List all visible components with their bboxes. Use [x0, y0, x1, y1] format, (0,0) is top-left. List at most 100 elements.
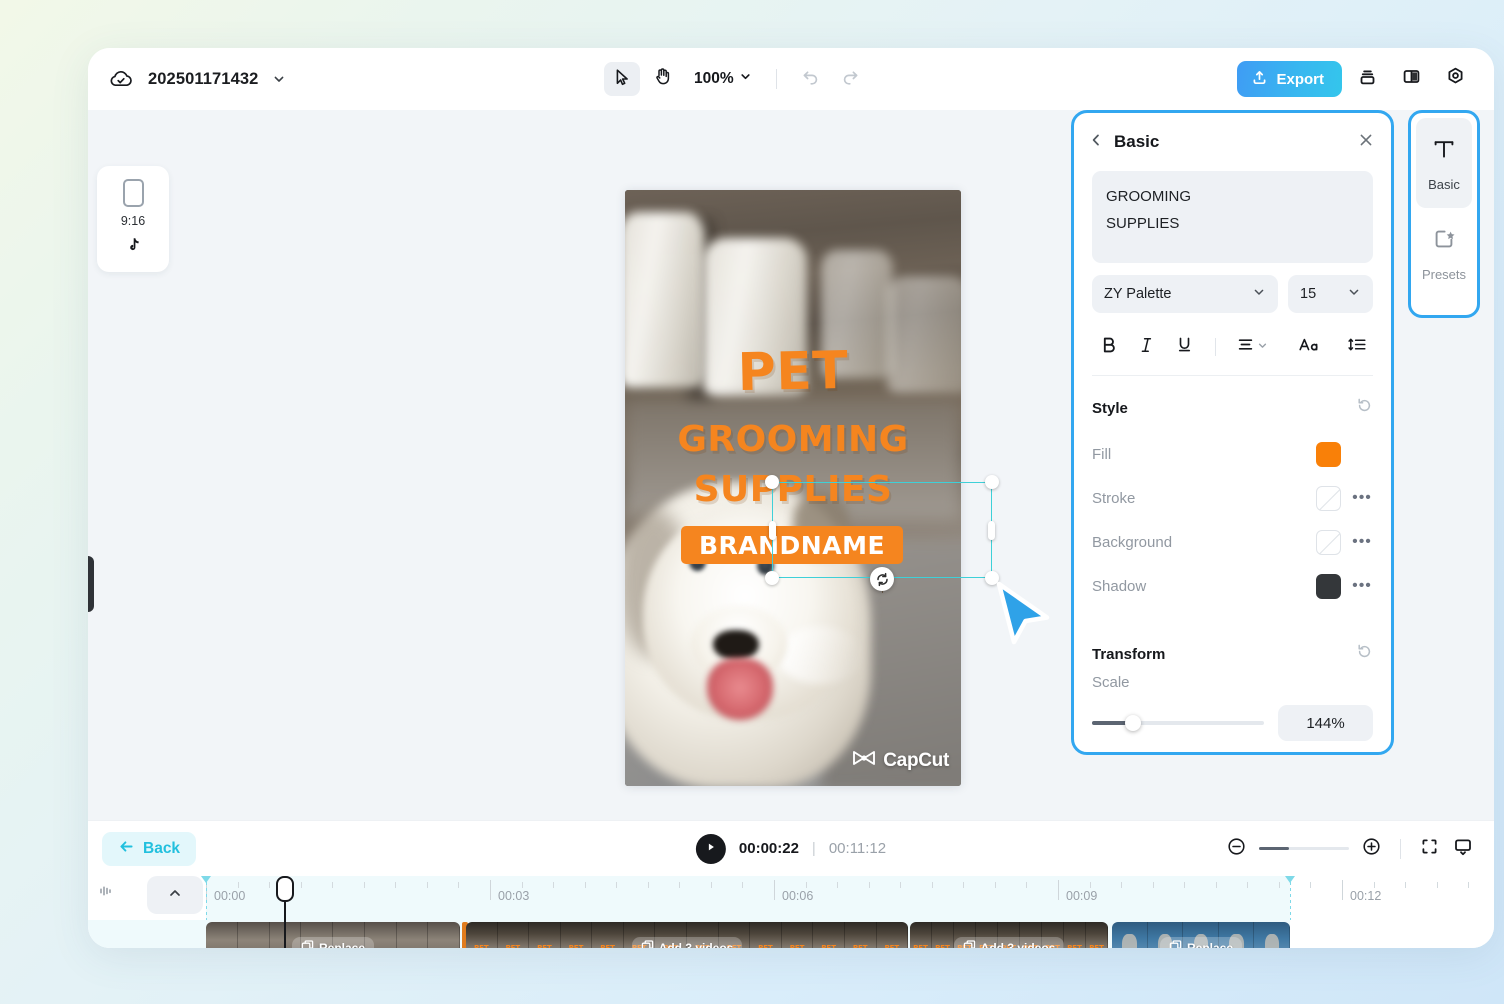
panel-header: Basic	[1074, 113, 1391, 171]
ellipsis-icon[interactable]: •••	[1351, 537, 1373, 547]
clip-action-badge[interactable]: Replace	[292, 937, 374, 948]
redo-button[interactable]	[833, 62, 869, 96]
text-case-button[interactable]	[1293, 331, 1325, 363]
style-row-fill: Fill •••	[1092, 432, 1373, 476]
text-content-input[interactable]: GROOMING SUPPLIES	[1092, 171, 1373, 263]
line-height-button[interactable]	[1341, 331, 1373, 363]
italic-button[interactable]	[1130, 331, 1162, 363]
timeline-clip[interactable]: Replace	[206, 922, 460, 948]
underline-icon	[1175, 335, 1194, 359]
plus-circle-icon[interactable]	[1361, 836, 1382, 862]
layers-button[interactable]	[1348, 60, 1386, 98]
track-collapse-button[interactable]	[147, 876, 203, 914]
settings-button[interactable]	[1436, 60, 1474, 98]
fill-color-swatch[interactable]	[1316, 442, 1341, 467]
align-dropdown-button[interactable]	[1231, 331, 1273, 363]
timeline-tick-minor	[269, 882, 270, 888]
chevron-down-icon[interactable]	[272, 72, 286, 86]
monitor-icon[interactable]	[1452, 836, 1474, 862]
back-button[interactable]: Back	[102, 832, 196, 866]
timeline[interactable]: 00:0000:0300:0600:0900:12 Replace Add 3 v…	[88, 876, 1494, 948]
export-button[interactable]: Export	[1237, 61, 1342, 97]
scale-value-input[interactable]: 144%	[1278, 705, 1373, 741]
clip-action-label: Replace	[1187, 941, 1233, 948]
reset-icon[interactable]	[1356, 397, 1373, 419]
timeline-tick-minor	[1468, 882, 1469, 888]
timeline-tick-minor	[1153, 882, 1154, 888]
font-family-dropdown[interactable]: ZY Palette	[1092, 275, 1278, 313]
clip-action-badge[interactable]: Replace	[1160, 937, 1242, 948]
clip-thumbnail	[561, 922, 593, 948]
undo-button[interactable]	[793, 62, 829, 96]
resize-handle-top-right[interactable]	[985, 475, 999, 489]
clip-thumbnail	[782, 922, 814, 948]
split-panel-button[interactable]	[1392, 60, 1430, 98]
timeline-active-range	[206, 876, 1290, 920]
close-icon[interactable]	[1357, 131, 1375, 154]
timeline-tick-minor	[932, 882, 933, 888]
sidebar-item-label: Basic	[1428, 177, 1460, 192]
rotate-handle[interactable]	[870, 567, 894, 591]
reset-icon[interactable]	[1356, 643, 1373, 665]
play-button[interactable]	[696, 834, 726, 864]
topbar-actions: Export	[1237, 60, 1494, 98]
cursor-tool-button[interactable]	[604, 62, 640, 96]
underline-button[interactable]	[1168, 331, 1200, 363]
redo-icon	[840, 66, 861, 92]
current-time: 00:00:22	[739, 840, 799, 857]
timeline-ruler[interactable]: 00:0000:0300:0600:0900:12	[88, 876, 1494, 920]
stroke-color-swatch[interactable]	[1316, 486, 1341, 511]
clip-thumbnail	[397, 922, 429, 948]
replace-icon	[1169, 940, 1182, 948]
timeline-clip[interactable]: Add 3 videos	[466, 922, 908, 948]
clip-action-badge[interactable]: Add 3 videos	[954, 937, 1065, 948]
top-toolbar: 202501171432	[88, 48, 1494, 110]
ellipsis-icon[interactable]: •••	[1351, 581, 1373, 591]
shadow-color-swatch[interactable]	[1316, 574, 1341, 599]
ellipsis-icon[interactable]: •••	[1351, 493, 1373, 503]
clip-thumbnail	[1254, 922, 1290, 948]
bold-button[interactable]	[1092, 331, 1124, 363]
clip-thumbnail	[592, 922, 624, 948]
chevron-left-icon[interactable]	[1088, 132, 1104, 153]
resize-handle-bottom-left[interactable]	[765, 571, 779, 585]
timeline-tick-minor	[1405, 882, 1406, 888]
text-layer-selection-frame[interactable]	[772, 482, 992, 578]
resize-handle-top-left[interactable]	[765, 475, 779, 489]
font-size-dropdown[interactable]: 15	[1288, 275, 1373, 313]
panel-title: Basic	[1114, 132, 1159, 152]
sidebar-item-basic[interactable]: Basic	[1416, 118, 1472, 208]
fullscreen-icon[interactable]	[1419, 836, 1440, 862]
timeline-clip[interactable]: Add 3 videos	[910, 922, 1108, 948]
scale-slider[interactable]	[1092, 721, 1264, 725]
timeline-tick-minor	[585, 882, 586, 888]
left-drawer-handle[interactable]	[88, 556, 94, 612]
overlay-text-grooming[interactable]: GROOMING	[625, 422, 961, 458]
dog-subject	[713, 630, 759, 660]
resize-handle-left[interactable]	[769, 521, 776, 540]
zoom-level-dropdown[interactable]: 100%	[684, 65, 760, 93]
clip-action-badge[interactable]: Add 3 videos	[632, 937, 743, 948]
total-time: 00:11:12	[829, 840, 886, 857]
timeline-zoom-slider[interactable]	[1259, 847, 1349, 850]
timeline-tick-major	[774, 880, 775, 900]
timeline-tick-minor	[1026, 882, 1027, 888]
hand-tool-button[interactable]	[644, 62, 680, 96]
timeline-time-label: 00:00	[214, 889, 245, 903]
background-color-swatch[interactable]	[1316, 530, 1341, 555]
scale-slider-knob[interactable]	[1125, 715, 1141, 731]
minus-circle-icon[interactable]	[1226, 836, 1247, 862]
aspect-ratio-card[interactable]: 9:16	[97, 166, 169, 272]
aspect-ratio-label: 9:16	[121, 214, 145, 228]
timeline-clip[interactable]: Replace	[1112, 922, 1290, 948]
project-name[interactable]: 202501171432	[148, 70, 258, 89]
font-controls-row: ZY Palette 15	[1092, 275, 1373, 313]
timeline-tick-minor	[332, 882, 333, 888]
overlay-text-pet[interactable]: PET	[625, 342, 961, 401]
timeline-tick-minor	[711, 882, 712, 888]
playhead-knob[interactable]	[276, 876, 294, 902]
resize-handle-right[interactable]	[988, 521, 995, 540]
sidebar-item-presets[interactable]: Presets	[1416, 208, 1472, 298]
format-divider	[1215, 338, 1216, 356]
style-label: Background	[1092, 534, 1172, 551]
